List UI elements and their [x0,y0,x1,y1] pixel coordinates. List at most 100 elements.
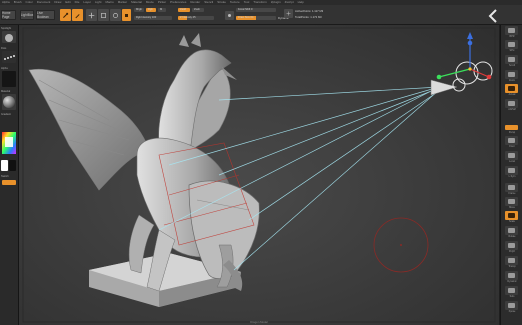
total-points-readout: TotalPoints: 1.172 Mil [295,15,322,19]
edit-button[interactable] [60,9,71,21]
scroll-label: Scroll [509,64,515,67]
transp-button[interactable] [505,256,518,265]
switch-color-button[interactable] [2,180,16,185]
move-shelf-icon [508,199,515,204]
persp-label: Persp [508,131,516,134]
brush-thumbnail[interactable] [2,31,16,43]
xpose-label: Xpose [508,310,516,313]
move-icon [88,12,95,18]
draw-icon [75,13,80,18]
scale-button[interactable] [98,9,109,21]
transp-icon [508,258,515,263]
frame-label: Frame [508,192,516,195]
polyf-button[interactable] [505,241,518,250]
bpr-label: BPR [509,35,515,38]
local-button[interactable] [505,151,518,160]
dynamic-shelf-label: Dynamic [507,280,517,283]
switch-label: Switch [1,175,9,178]
zoom-button[interactable] [505,70,518,79]
solo-label: Solo [509,295,515,298]
actual-label: Actual [508,93,516,96]
local-label: Local [509,160,515,163]
lsym-label: L.Sym [508,175,516,178]
z-intensity-slider[interactable]: Z Intensity 25 [178,16,214,20]
back-arrow-icon[interactable] [485,9,501,25]
stroke-thumbnail[interactable] [2,51,16,63]
material-thumbnail[interactable] [2,94,16,110]
rotate-shelf-icon [508,228,515,233]
scale-icon [101,12,106,18]
dynamic-icon [508,273,515,278]
alpha-label: Alpha [1,67,8,70]
draw-button[interactable] [72,9,83,21]
floor-icon [508,138,515,143]
floor-label: Floor [509,145,515,148]
frame-icon [508,185,515,190]
lsym-icon [508,168,515,173]
aahalf-icon [508,101,515,106]
brush-mode-button[interactable] [122,9,131,21]
rgb-toggle[interactable]: Rgb [146,8,156,12]
focal-shift-slider[interactable]: Focal Shift 0 [236,8,276,12]
home-page-button[interactable]: Home Page [1,10,16,20]
dots-stroke-icon [4,55,15,60]
color-picker-icon [2,132,16,154]
mesh-toggle-button[interactable] [284,9,293,18]
zsub-toggle[interactable]: Zsub [192,8,204,12]
move-button[interactable] [86,9,97,21]
zadd-toggle[interactable]: Zadd [178,8,190,12]
transp-label: Transp [508,265,516,268]
color-picker[interactable] [2,132,16,154]
lightbox-button[interactable]: LightBox [20,10,34,20]
rotate-icon [113,12,118,18]
scale-shelf-button[interactable] [505,211,518,220]
scene-svg[interactable] [19,25,499,325]
zoom-icon [508,72,515,77]
stroke-label: Dots [1,47,7,50]
solo-button[interactable] [505,286,518,295]
bpr-button[interactable] [505,26,518,35]
spix-icon [508,42,515,47]
material-sphere-icon [3,96,15,108]
scale-shelf-icon [508,213,515,218]
scroll-button[interactable] [505,55,518,64]
actual-button[interactable] [505,84,518,93]
alpha-thumbnail[interactable] [2,71,16,87]
focal-dot-button[interactable] [225,11,234,20]
lsym-button[interactable] [505,166,518,175]
solo-icon [508,288,515,293]
viewport-status: Dragon Model [250,320,268,324]
right-shelf: BPR SPix Scroll Zoom Actual AAHalf Persp… [500,25,522,325]
scale-shelf-label: Scale [509,220,515,223]
main-color-swatch[interactable] [1,160,8,171]
polyf-icon [508,243,515,248]
spotlight-label: Spotlight [1,27,12,30]
move-shelf-button[interactable] [505,197,518,206]
actual-icon [508,86,515,91]
circle-icon [228,14,231,17]
aahalf-button[interactable] [505,99,518,108]
mrgb-toggle[interactable]: Mrgb [134,8,144,12]
secondary-color-swatch[interactable] [9,160,16,171]
grid-icon [286,11,291,16]
xpose-button[interactable] [505,301,518,310]
gradient-label: Gradient [1,113,11,116]
persp-button[interactable] [505,125,518,130]
left-palette: Spotlight Dots Alpha Material Gradient S… [0,25,19,325]
m-toggle[interactable]: M [158,8,166,12]
canvas-viewport[interactable]: Dragon Model [19,25,499,325]
frame-button[interactable] [505,183,518,192]
spix-label: SPix [509,49,515,52]
rotate-shelf-button[interactable] [505,226,518,235]
rgb-intensity-slider[interactable]: Rgb Intensity 100 [134,16,172,20]
rotate-shelf-label: Rotate [508,235,516,238]
brush-icon [5,34,13,42]
live-boolean-button[interactable]: Live Boolean [36,10,55,20]
brush-cursor-center [400,244,402,246]
spix-button[interactable] [505,40,518,49]
top-toolbar: Home Page LightBox Live Boolean Mrgb Rgb… [0,5,522,25]
dynamic-button[interactable] [505,271,518,280]
draw-size-slider[interactable]: Draw Size 64 [236,16,276,20]
rotate-button[interactable] [110,9,121,21]
floor-button[interactable] [505,136,518,145]
